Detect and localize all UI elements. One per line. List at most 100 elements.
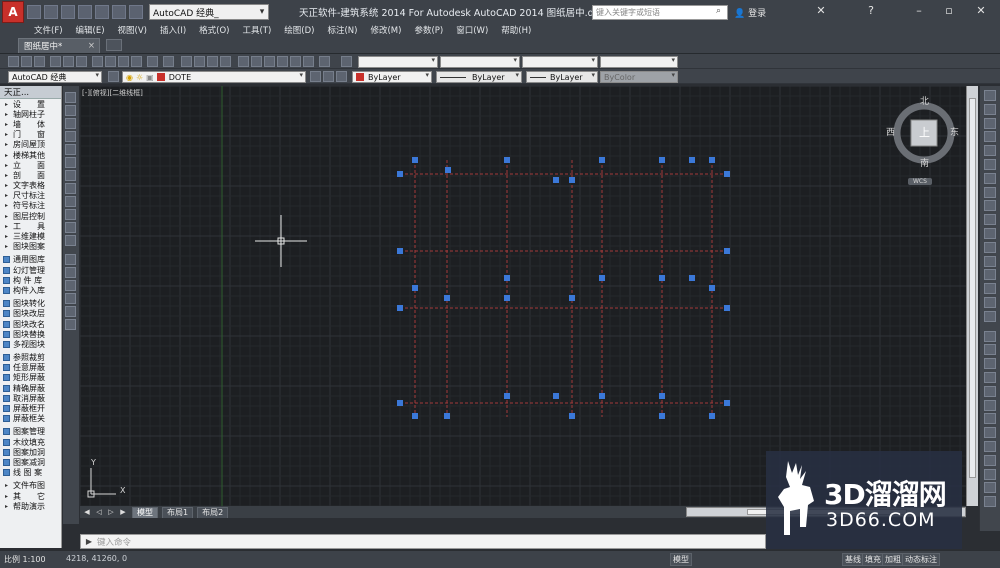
side-panel-item[interactable]: 图案减洞 <box>0 457 61 467</box>
redo-icon[interactable] <box>163 56 174 67</box>
new-file-icon[interactable] <box>27 5 41 19</box>
text-style-dropdown[interactable]: ▾ <box>358 56 438 68</box>
new-tab-button[interactable] <box>106 39 122 51</box>
zoom-previous-icon[interactable] <box>220 56 231 67</box>
draw-tool-icon[interactable] <box>65 280 76 291</box>
side-panel-item[interactable]: ▸ 房间屋顶 <box>0 140 61 150</box>
layer-previous-icon[interactable] <box>323 71 334 82</box>
command-line[interactable]: ▶ 键入命令 <box>80 534 766 549</box>
undo-icon[interactable] <box>112 5 126 19</box>
undo-icon[interactable] <box>147 56 158 67</box>
modify-tool-icon[interactable] <box>984 441 996 452</box>
side-panel-item[interactable]: 取消屏蔽 <box>0 393 61 403</box>
viewport-controls[interactable]: [-][俯视][二维线框] <box>82 88 143 98</box>
vertical-scrollbar[interactable] <box>966 86 978 506</box>
vertical-scroll-thumb[interactable] <box>969 98 976 478</box>
side-panel-item[interactable]: 构 件 库 <box>0 275 61 285</box>
color-dropdown[interactable]: ByLayer ▾ <box>352 71 432 83</box>
menu-view[interactable]: 视图(V) <box>118 24 147 36</box>
tab-layout2[interactable]: 布局2 <box>197 506 229 518</box>
modify-tool-icon[interactable] <box>984 310 996 322</box>
pan-icon[interactable] <box>181 56 192 67</box>
wcs-menu[interactable]: WCS <box>908 178 932 185</box>
first-layout-icon[interactable]: ◀ <box>82 507 92 517</box>
modify-tool-icon[interactable] <box>984 145 996 157</box>
draw-tool-icon[interactable] <box>65 105 76 116</box>
app-menu-button[interactable]: A <box>2 1 24 23</box>
status-bold-button[interactable]: 加粗 <box>882 553 904 566</box>
dim-style-dropdown[interactable]: ▾ <box>440 56 520 68</box>
drawing-canvas[interactable]: [-][俯视][二维线框] 北 南 东 西 上 WCS Y X <box>80 86 966 506</box>
modify-tool-icon[interactable] <box>984 214 996 226</box>
zoom-window-icon[interactable] <box>207 56 218 67</box>
draw-tool-icon[interactable] <box>65 235 76 246</box>
side-panel-item[interactable]: 通用图库 <box>0 255 61 265</box>
side-panel-item[interactable]: ▸ 其 它 <box>0 491 61 501</box>
side-panel-item[interactable]: ▸ 楼梯其他 <box>0 150 61 160</box>
menu-modify[interactable]: 修改(M) <box>370 24 401 36</box>
side-panel-item[interactable]: 图块改层 <box>0 309 61 319</box>
draw-tool-icon[interactable] <box>65 267 76 278</box>
side-panel-item[interactable]: 幻灯管理 <box>0 265 61 275</box>
modify-tool-icon[interactable] <box>984 468 996 480</box>
modify-tool-icon[interactable] <box>984 399 996 411</box>
side-panel-item[interactable]: 图案管理 <box>0 427 61 437</box>
modify-tool-icon[interactable] <box>984 330 996 342</box>
save-as-icon[interactable] <box>78 5 92 19</box>
quickcalc-icon[interactable] <box>303 56 314 67</box>
modify-tool-icon[interactable] <box>984 117 996 129</box>
draw-tool-icon[interactable] <box>65 209 76 220</box>
status-dynamic-dim-button[interactable]: 动态标注 <box>902 553 940 566</box>
viewcube-face-top[interactable]: 上 <box>919 124 930 140</box>
side-panel-item[interactable]: ▸ 文件布图 <box>0 481 61 491</box>
scale-indicator[interactable]: 比例 1:100 <box>4 554 46 565</box>
status-model-button[interactable]: 模型 <box>670 553 692 566</box>
modify-tool-icon[interactable] <box>984 427 996 439</box>
save-icon[interactable] <box>61 5 75 19</box>
paste-icon[interactable] <box>118 56 129 67</box>
draw-tool-icon[interactable] <box>65 170 76 181</box>
help-search-input[interactable]: 键入关键字或短语 <box>592 5 728 20</box>
side-panel-item[interactable]: 矩形屏蔽 <box>0 373 61 383</box>
side-panel-item[interactable]: 图块改名 <box>0 319 61 329</box>
redo-icon[interactable] <box>129 5 143 19</box>
side-panel-item[interactable]: 屏蔽框开 <box>0 403 61 413</box>
menu-dimension[interactable]: 标注(N) <box>327 24 357 36</box>
cut-icon[interactable] <box>92 56 103 67</box>
multileader-style-dropdown[interactable]: ▾ <box>600 56 678 68</box>
viewcube[interactable]: 北 南 东 西 上 WCS <box>884 96 964 196</box>
modify-tool-icon[interactable] <box>984 103 996 115</box>
open-icon[interactable] <box>21 56 32 67</box>
side-panel-item[interactable]: ▸ 符号标注 <box>0 201 61 211</box>
help-icon[interactable]: ? <box>860 4 882 20</box>
sheet-set-icon[interactable] <box>277 56 288 67</box>
modify-tool-icon[interactable] <box>984 241 996 253</box>
side-panel-item[interactable]: ▸ 工 具 <box>0 221 61 231</box>
modify-tool-icon[interactable] <box>984 90 996 101</box>
side-panel-item[interactable]: ▸ 尺寸标注 <box>0 191 61 201</box>
modify-tool-icon[interactable] <box>984 372 996 383</box>
compass-north[interactable]: 北 <box>920 94 929 107</box>
plotstyle-dropdown[interactable]: ByColor ▾ <box>600 71 678 83</box>
linetype-dropdown[interactable]: ByLayer ▾ <box>436 71 522 83</box>
side-panel-item[interactable]: ▸ 设 置 <box>0 99 61 109</box>
preview-icon[interactable] <box>63 56 74 67</box>
modify-tool-icon[interactable] <box>984 200 996 212</box>
properties-icon[interactable] <box>238 56 249 67</box>
modify-tool-icon[interactable] <box>984 454 996 466</box>
modify-tool-icon[interactable] <box>984 255 996 267</box>
tab-layout1[interactable]: 布局1 <box>162 506 194 518</box>
side-panel-item[interactable]: 构件入库 <box>0 285 61 295</box>
tool-palette-icon[interactable] <box>264 56 275 67</box>
match-prop-icon[interactable] <box>131 56 142 67</box>
side-panel-item[interactable]: 屏蔽框关 <box>0 414 61 424</box>
make-current-icon[interactable] <box>310 71 321 82</box>
exchange-icon[interactable]: ✕ <box>810 4 832 20</box>
menu-draw[interactable]: 绘图(D) <box>284 24 314 36</box>
side-panel-item[interactable]: ▸ 帮助演示 <box>0 501 61 511</box>
side-panel-item[interactable]: 图块替换 <box>0 329 61 339</box>
maximize-icon[interactable]: ▫ <box>938 4 960 20</box>
side-panel-item[interactable]: 木纹填充 <box>0 437 61 447</box>
status-fill-button[interactable]: 填充 <box>862 553 884 566</box>
draw-tool-icon[interactable] <box>65 306 76 317</box>
